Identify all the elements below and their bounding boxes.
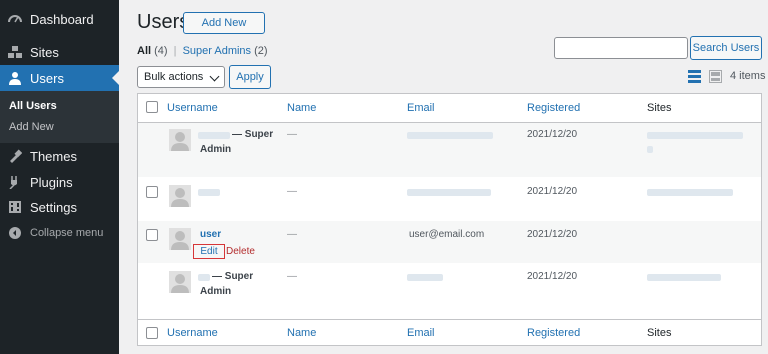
users-table: Username Name Email Registered Sites — S… <box>137 93 762 346</box>
collapse-icon <box>8 226 22 240</box>
column-email[interactable]: Email <box>407 102 435 114</box>
sites-redacted <box>647 146 653 153</box>
sidebar-item-label: Themes <box>30 148 77 164</box>
registered-cell: 2021/12/20 <box>527 186 578 197</box>
username-redacted <box>198 274 210 281</box>
avatar <box>169 129 191 151</box>
table-row: — Super Admin — 2021/12/20 <box>138 123 761 177</box>
sidebar-item-themes[interactable]: Themes <box>0 143 119 169</box>
dashboard-icon <box>8 12 22 26</box>
sites-redacted <box>647 274 721 281</box>
avatar <box>169 228 191 250</box>
column-username[interactable]: Username <box>167 327 218 339</box>
name-cell: — <box>287 271 297 282</box>
filter-super-admins[interactable]: Super Admins <box>183 45 251 57</box>
row-checkbox[interactable] <box>146 229 158 241</box>
column-name[interactable]: Name <box>287 327 316 339</box>
settings-icon <box>8 200 22 214</box>
name-cell: — <box>287 186 297 197</box>
column-email[interactable]: Email <box>407 327 435 339</box>
username-link[interactable]: user <box>200 229 221 240</box>
users-icon <box>8 71 22 85</box>
username-suffix-line2: Admin <box>200 286 232 297</box>
column-registered[interactable]: Registered <box>527 327 580 339</box>
sites-icon <box>8 45 22 59</box>
bulk-actions-select[interactable]: Bulk actions <box>137 66 225 88</box>
name-cell: — <box>287 129 297 140</box>
items-count: 4 items <box>730 70 766 82</box>
collapse-menu-label: Collapse menu <box>30 227 104 239</box>
sidebar-item-label: Dashboard <box>30 11 94 27</box>
chevron-down-icon <box>209 71 220 82</box>
admin-sidebar: Dashboard Sites Users All Users Add New … <box>0 0 119 354</box>
username-suffix: — Super <box>232 129 274 140</box>
select-all-checkbox[interactable] <box>146 327 158 339</box>
sidebar-item-plugins[interactable]: Plugins <box>0 169 119 195</box>
search-input[interactable] <box>554 37 688 59</box>
registered-cell: 2021/12/20 <box>527 229 578 240</box>
sidebar-item-sites[interactable]: Sites <box>0 39 119 65</box>
delete-link[interactable]: Delete <box>226 246 255 257</box>
sidebar-item-dashboard[interactable]: Dashboard <box>0 6 119 32</box>
email-redacted <box>407 189 491 196</box>
column-registered[interactable]: Registered <box>527 102 580 114</box>
filter-all[interactable]: All <box>137 45 151 57</box>
column-name[interactable]: Name <box>287 102 316 114</box>
sidebar-item-label: Plugins <box>30 174 73 190</box>
select-all-checkbox[interactable] <box>146 101 158 113</box>
avatar <box>169 271 191 293</box>
submenu-all-users[interactable]: All Users <box>9 100 57 112</box>
table-row: user Edit Delete — user@email.com 2021/1… <box>138 221 761 263</box>
themes-icon <box>8 149 22 163</box>
email-cell: user@email.com <box>409 229 485 240</box>
sidebar-item-label: Users <box>30 70 64 86</box>
username-redacted <box>198 132 230 139</box>
username-suffix-line2: Admin <box>200 144 232 155</box>
registered-cell: 2021/12/20 <box>527 129 578 140</box>
search-users-button[interactable]: Search Users <box>690 36 762 60</box>
edit-link[interactable]: Edit <box>193 244 225 259</box>
filter-all-count: (4) <box>154 45 168 57</box>
username-redacted <box>198 189 220 196</box>
column-sites: Sites <box>647 102 672 114</box>
sites-redacted <box>647 132 743 139</box>
email-redacted <box>407 274 443 281</box>
table-row: — Super Admin — 2021/12/20 <box>138 263 761 319</box>
excerpt-view-icon[interactable] <box>709 70 722 83</box>
list-view-icon[interactable] <box>688 70 701 83</box>
plugins-icon <box>8 175 22 189</box>
sites-redacted <box>647 189 733 196</box>
avatar <box>169 185 191 207</box>
bulk-actions-value: Bulk actions <box>144 71 204 83</box>
table-footer-row: Username Name Email Registered Sites <box>138 319 761 345</box>
column-sites: Sites <box>647 327 672 339</box>
sidebar-item-label: Sites <box>30 44 59 60</box>
apply-button[interactable]: Apply <box>229 65 271 89</box>
filter-super-admins-count: (2) <box>254 45 268 57</box>
submenu-add-new[interactable]: Add New <box>9 121 54 133</box>
username-suffix: — Super <box>212 271 254 282</box>
email-redacted <box>407 132 493 139</box>
table-header-row: Username Name Email Registered Sites <box>138 94 761 123</box>
row-checkbox[interactable] <box>146 186 158 198</box>
sidebar-item-settings[interactable]: Settings <box>0 194 119 220</box>
name-cell: — <box>287 229 297 240</box>
registered-cell: 2021/12/20 <box>527 271 578 282</box>
user-filters: All (4) | Super Admins (2) <box>137 45 268 57</box>
column-username[interactable]: Username <box>167 102 218 114</box>
collapse-menu-button[interactable]: Collapse menu <box>0 220 119 246</box>
sidebar-item-users[interactable]: Users <box>0 65 119 91</box>
users-submenu: All Users Add New <box>0 91 119 143</box>
add-new-button[interactable]: Add New <box>183 12 265 34</box>
page-title: Users <box>137 11 190 33</box>
sidebar-item-label: Settings <box>30 199 77 215</box>
table-row: — 2021/12/20 <box>138 177 761 221</box>
filter-separator: | <box>173 45 177 57</box>
